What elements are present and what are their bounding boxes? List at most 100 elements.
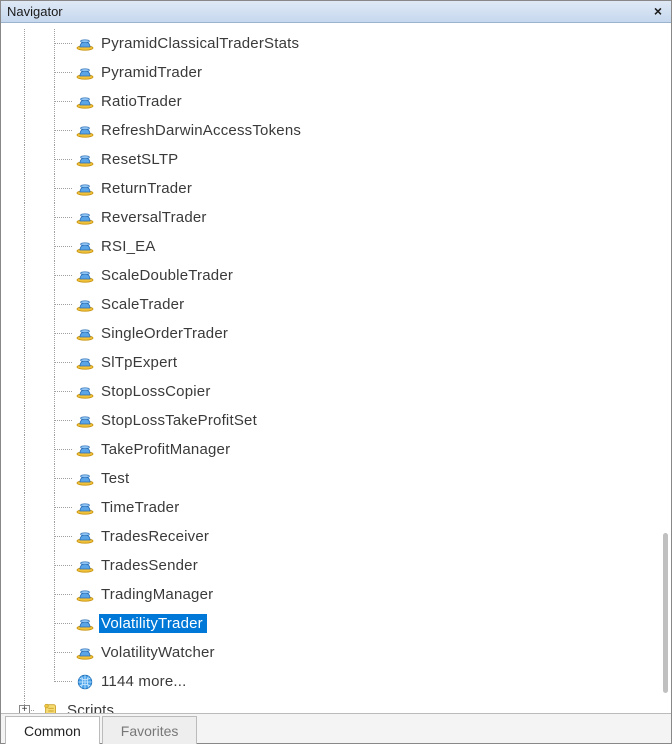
expert-hat-icon <box>75 63 95 83</box>
tree-item[interactable]: TimeTrader <box>1 493 671 522</box>
tree-item[interactable]: ReversalTrader <box>1 203 671 232</box>
tree-item-label: VolatilityWatcher <box>99 643 219 662</box>
expert-hat-icon <box>75 179 95 199</box>
expert-hat-icon <box>75 353 95 373</box>
expert-hat-icon <box>75 92 95 112</box>
tree-guides <box>1 203 75 232</box>
tree-item[interactable]: ScaleDoubleTrader <box>1 261 671 290</box>
tree-guides <box>1 116 75 145</box>
tree-guides <box>1 435 75 464</box>
tree-guides <box>1 464 75 493</box>
expert-hat-icon <box>75 324 95 344</box>
globe-icon <box>75 672 95 692</box>
tree-item[interactable]: TakeProfitManager <box>1 435 671 464</box>
tree-item-label: PyramidTrader <box>99 63 206 82</box>
tree-item-label: ReversalTrader <box>99 208 211 227</box>
tree-item-label: ScaleTrader <box>99 295 188 314</box>
tree-item-label: ScaleDoubleTrader <box>99 266 237 285</box>
expert-hat-icon <box>75 411 95 431</box>
tree-item[interactable]: SlTpExpert <box>1 348 671 377</box>
tree-item-label: SingleOrderTrader <box>99 324 232 343</box>
expert-hat-icon <box>75 556 95 576</box>
expand-toggle[interactable]: + <box>19 705 30 713</box>
tree-item-label: StopLossTakeProfitSet <box>99 411 261 430</box>
tree-guides <box>1 232 75 261</box>
tree-item-label: Test <box>99 469 133 488</box>
tree-item-label: PyramidClassicalTraderStats <box>99 34 303 53</box>
tree-item-scripts[interactable]: + Scripts <box>1 696 671 713</box>
tree-item[interactable]: PyramidClassicalTraderStats <box>1 29 671 58</box>
tree-guides <box>1 551 75 580</box>
expert-hat-icon <box>75 237 95 257</box>
tree-item-label: TradingManager <box>99 585 217 604</box>
tree-guides <box>1 580 75 609</box>
tree-item-label: VolatilityTrader <box>99 614 207 633</box>
tree-guides <box>1 261 75 290</box>
expert-hat-icon <box>75 440 95 460</box>
expert-hat-icon <box>75 266 95 286</box>
tree-item-label: TakeProfitManager <box>99 440 234 459</box>
tree-item[interactable]: RatioTrader <box>1 87 671 116</box>
tab-common[interactable]: Common <box>5 716 100 744</box>
tree-guides <box>1 29 75 58</box>
tree-guides <box>1 290 75 319</box>
expert-hat-icon <box>75 295 95 315</box>
tree-guides <box>1 377 75 406</box>
tree-item-label: TradesSender <box>99 556 202 575</box>
tree-guides <box>1 406 75 435</box>
tree-item-label: RSI_EA <box>99 237 160 256</box>
tab-bar: Common Favorites <box>1 713 671 743</box>
navigator-tree[interactable]: PyramidClassicalTraderStats PyramidTrader… <box>1 23 671 713</box>
tree-item-label: StopLossCopier <box>99 382 215 401</box>
scripts-scroll-icon <box>41 701 61 714</box>
tree-item[interactable]: VolatilityTrader <box>1 609 671 638</box>
tree-item-label: Scripts <box>65 701 118 713</box>
tree-item[interactable]: ResetSLTP <box>1 145 671 174</box>
tree-item[interactable]: TradesReceiver <box>1 522 671 551</box>
expert-hat-icon <box>75 498 95 518</box>
tree-item[interactable]: RefreshDarwinAccessTokens <box>1 116 671 145</box>
tree-item[interactable]: TradesSender <box>1 551 671 580</box>
scrollbar-thumb[interactable] <box>663 533 668 693</box>
tree-item-label: TimeTrader <box>99 498 183 517</box>
tree-guides <box>1 638 75 667</box>
close-button[interactable]: × <box>649 4 667 20</box>
tree-item[interactable]: TradingManager <box>1 580 671 609</box>
expert-hat-icon <box>75 150 95 170</box>
tree-guides <box>1 174 75 203</box>
expert-hat-icon <box>75 585 95 605</box>
content-area: PyramidClassicalTraderStats PyramidTrader… <box>1 23 671 713</box>
expert-hat-icon <box>75 614 95 634</box>
expert-hat-icon <box>75 469 95 489</box>
tree-item[interactable]: 1144 more... <box>1 667 671 696</box>
expert-hat-icon <box>75 208 95 228</box>
titlebar: Navigator × <box>1 1 671 23</box>
tree-item[interactable]: ScaleTrader <box>1 290 671 319</box>
tree-guides <box>1 522 75 551</box>
tab-favorites-label: Favorites <box>121 723 179 739</box>
tree-guides <box>1 348 75 377</box>
expert-hat-icon <box>75 527 95 547</box>
tree-guides <box>1 319 75 348</box>
tree-guides <box>1 609 75 638</box>
tree-item[interactable]: PyramidTrader <box>1 58 671 87</box>
tree-item[interactable]: StopLossCopier <box>1 377 671 406</box>
window-title: Navigator <box>7 4 63 19</box>
tree-item-label: RefreshDarwinAccessTokens <box>99 121 305 140</box>
tab-favorites[interactable]: Favorites <box>102 716 198 744</box>
tree-item-label: SlTpExpert <box>99 353 181 372</box>
tree-item[interactable]: SingleOrderTrader <box>1 319 671 348</box>
tree-guides <box>1 145 75 174</box>
tree-guides <box>1 87 75 116</box>
navigator-window: Navigator × PyramidClassicalTraderStatsP… <box>0 0 672 744</box>
tree-item[interactable]: Test <box>1 464 671 493</box>
tree-item[interactable]: RSI_EA <box>1 232 671 261</box>
tree-item[interactable]: VolatilityWatcher <box>1 638 671 667</box>
tree-item-label: TradesReceiver <box>99 527 213 546</box>
tree-item-label: 1144 more... <box>99 672 191 691</box>
tree-item[interactable]: StopLossTakeProfitSet <box>1 406 671 435</box>
tree-item-label: RatioTrader <box>99 92 186 111</box>
tree-item[interactable]: ReturnTrader <box>1 174 671 203</box>
expert-hat-icon <box>75 121 95 141</box>
expert-hat-icon <box>75 34 95 54</box>
